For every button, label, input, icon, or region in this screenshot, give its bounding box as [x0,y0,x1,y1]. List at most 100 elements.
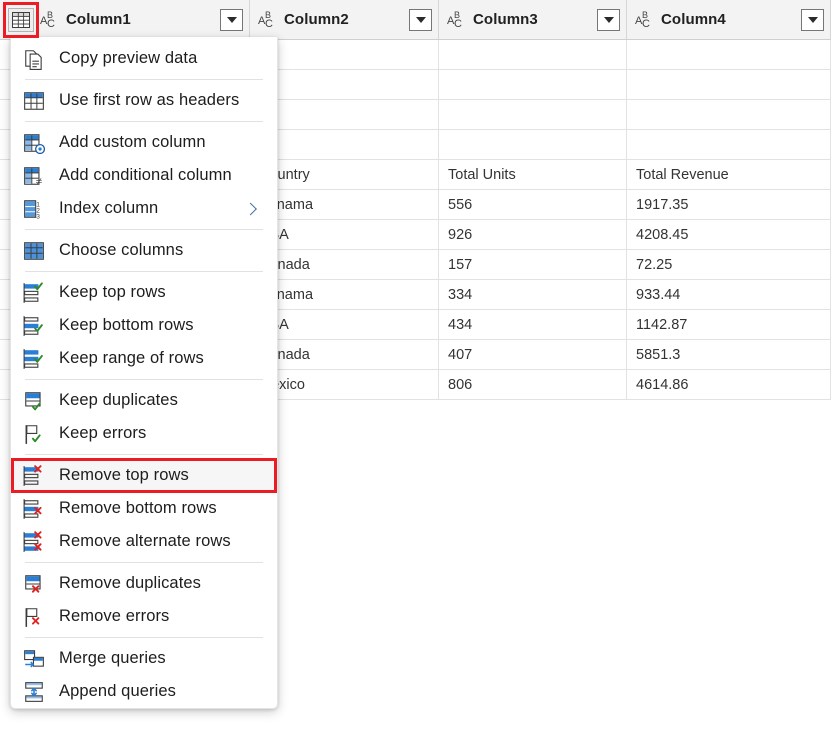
table-cell-c2[interactable]: Panama [250,280,439,309]
remove-bottom-rows-icon [23,498,45,520]
menu-item-label: Choose columns [59,241,183,260]
menu-item-choose-columns[interactable]: Choose columns [11,234,277,267]
menu-item-label: Use first row as headers [59,91,239,110]
menu-separator [25,379,263,380]
table-cell-c4[interactable]: 5851.3 [627,340,831,369]
menu-item-label: Add conditional column [59,166,232,185]
menu-item-label: Keep range of rows [59,349,204,368]
table-cell-c3[interactable]: 157 [439,250,627,279]
add-conditional-column-icon: ≠ [23,165,45,187]
table-cell-c2[interactable]: Mexico [250,370,439,399]
menu-item-remove-duplicates[interactable]: Remove duplicates [11,567,277,600]
table-cell-c4[interactable]: 4614.86 [627,370,831,399]
filter-dropdown-c1[interactable] [220,9,243,31]
table-cell-c4[interactable] [627,130,831,159]
table-cell-c3[interactable] [439,70,627,99]
menu-item-keep-range-of-rows[interactable]: Keep range of rows [11,342,277,375]
menu-item-merge-queries[interactable]: Merge queries [11,642,277,675]
remove-bottom-rows-icon [23,498,45,520]
table-header-icon [23,90,45,112]
text-type-icon: ABC [258,10,278,30]
table-cell-c3[interactable] [439,40,627,69]
menu-separator [25,271,263,272]
table-cell-c2[interactable]: USA [250,220,439,249]
choose-columns-icon [23,240,45,262]
add-custom-column-icon [23,132,45,154]
table-cell-c2[interactable] [250,100,439,129]
table-cell-c4[interactable]: 72.25 [627,250,831,279]
table-cell-c4[interactable] [627,100,831,129]
table-cell-c2[interactable] [250,130,439,159]
table-cell-c3[interactable] [439,130,627,159]
keep-duplicates-icon [23,390,45,412]
table-cell-c2[interactable]: Panama [250,190,439,219]
merge-queries-icon [23,648,45,670]
filter-dropdown-c2[interactable] [409,9,432,31]
menu-item-keep-duplicates[interactable]: Keep duplicates [11,384,277,417]
menu-item-label: Index column [59,199,158,218]
table-cell-c3[interactable]: 926 [439,220,627,249]
menu-item-label: Remove duplicates [59,574,201,593]
table-cell-c4[interactable]: 4208.45 [627,220,831,249]
keep-range-of-rows-icon [23,348,45,370]
keep-errors-icon [23,423,45,445]
index-column-icon: 1 2 3 [23,198,45,220]
append-queries-icon [23,681,45,703]
column-header-label: Column1 [66,11,131,28]
table-cell-c4[interactable] [627,40,831,69]
copy-icon [23,48,45,70]
table-cell-c2[interactable]: Canada [250,340,439,369]
remove-alternate-rows-icon [23,531,45,553]
table-cell-c3[interactable]: 434 [439,310,627,339]
menu-item-remove-bottom-rows[interactable]: Remove bottom rows [11,492,277,525]
table-cell-c2[interactable] [250,40,439,69]
keep-duplicates-icon [23,390,45,412]
menu-item-append-queries[interactable]: Append queries [11,675,277,708]
text-type-icon: ABC [447,10,467,30]
table-cell-c4[interactable]: Total Revenue [627,160,831,189]
remove-duplicates-icon [23,573,45,595]
menu-separator [25,121,263,122]
filter-dropdown-c3[interactable] [597,9,620,31]
table-cell-c2[interactable]: Canada [250,250,439,279]
table-cell-c2[interactable]: USA [250,310,439,339]
table-cell-c4[interactable]: 933.44 [627,280,831,309]
text-type-icon: ABC [635,10,655,30]
menu-item-label: Keep errors [59,424,146,443]
table-context-menu[interactable]: Copy preview data Use first row as heade… [10,37,278,709]
menu-item-label: Keep duplicates [59,391,178,410]
svg-text:3: 3 [36,213,40,220]
merge-queries-icon [23,648,45,670]
menu-item-label: Append queries [59,682,176,701]
table-cell-c3[interactable]: 806 [439,370,627,399]
menu-item-remove-errors[interactable]: Remove errors [11,600,277,633]
menu-item-keep-errors[interactable]: Keep errors [11,417,277,450]
menu-item-remove-alternate-rows[interactable]: Remove alternate rows [11,525,277,558]
table-cell-c4[interactable] [627,70,831,99]
table-cell-c2[interactable]: Country [250,160,439,189]
menu-item-add-custom-column[interactable]: Add custom column [11,126,277,159]
menu-item-copy-preview-data[interactable]: Copy preview data [11,42,277,75]
menu-item-label: Remove top rows [59,466,189,485]
menu-item-keep-top-rows[interactable]: Keep top rows [11,276,277,309]
table-cell-c3[interactable]: 407 [439,340,627,369]
table-cell-c2[interactable] [250,70,439,99]
text-type-icon: ABC [40,10,60,30]
table-cell-c3[interactable]: 334 [439,280,627,309]
menu-item-index-column[interactable]: 1 2 3 Index column [11,192,277,225]
table-cell-c3[interactable]: Total Units [439,160,627,189]
menu-item-use-first-row-as-headers[interactable]: Use first row as headers [11,84,277,117]
table-cell-c4[interactable]: 1142.87 [627,310,831,339]
keep-range-of-rows-icon [23,348,45,370]
remove-duplicates-icon [23,573,45,595]
menu-item-add-conditional-column[interactable]: ≠ Add conditional column [11,159,277,192]
filter-dropdown-c4[interactable] [801,9,824,31]
menu-item-label: Copy preview data [59,49,197,68]
add-conditional-column-icon: ≠ [23,165,45,187]
menu-item-remove-top-rows[interactable]: Remove top rows [11,459,277,492]
svg-text:≠: ≠ [36,174,43,187]
table-cell-c3[interactable] [439,100,627,129]
table-cell-c3[interactable]: 556 [439,190,627,219]
menu-item-keep-bottom-rows[interactable]: Keep bottom rows [11,309,277,342]
table-cell-c4[interactable]: 1917.35 [627,190,831,219]
